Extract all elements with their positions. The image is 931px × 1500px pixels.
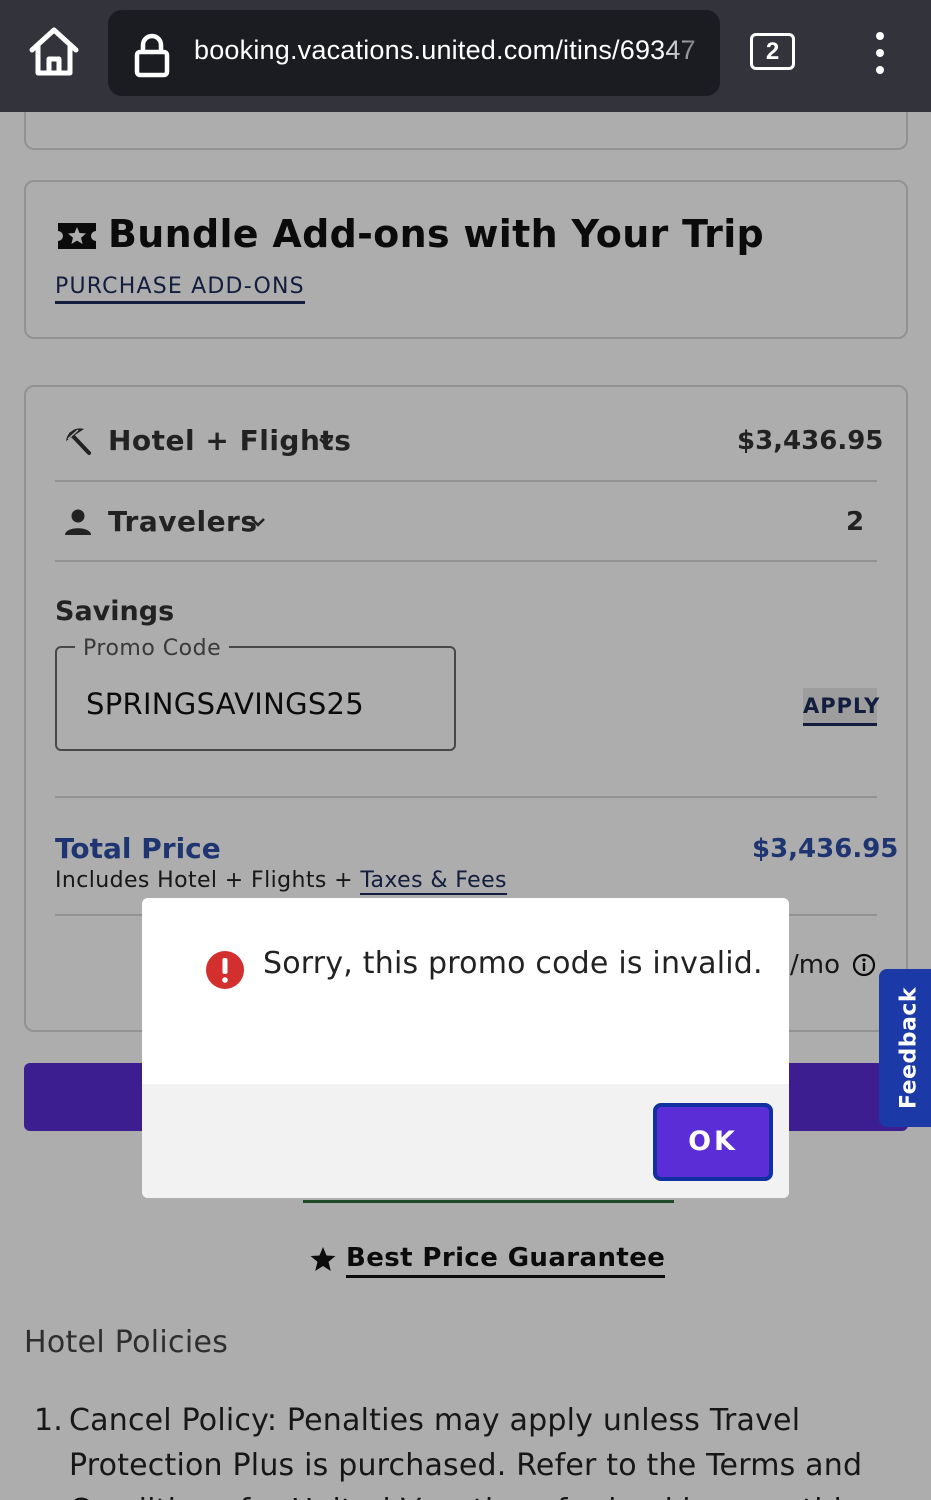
tab-switcher-button[interactable]: 2 xyxy=(750,33,795,70)
more-menu-icon[interactable] xyxy=(866,30,894,76)
modal-backdrop[interactable] xyxy=(0,112,931,1500)
ok-button[interactable]: OK xyxy=(653,1103,773,1181)
feedback-label: Feedback xyxy=(896,987,922,1109)
url-text: booking.vacations.united.com/itins/69347 xyxy=(194,35,696,65)
browser-toolbar: booking.vacations.united.com/itins/69347… xyxy=(0,0,931,112)
error-dialog: Sorry, this promo code is invalid. OK xyxy=(142,898,789,1198)
feedback-tab[interactable]: Feedback xyxy=(879,969,931,1127)
url-fade xyxy=(660,10,720,96)
lock-icon xyxy=(134,33,170,78)
error-message: Sorry, this promo code is invalid. xyxy=(263,946,763,981)
error-icon xyxy=(206,951,244,989)
home-icon[interactable] xyxy=(26,26,82,78)
url-bar[interactable]: booking.vacations.united.com/itins/69347 xyxy=(108,10,720,96)
